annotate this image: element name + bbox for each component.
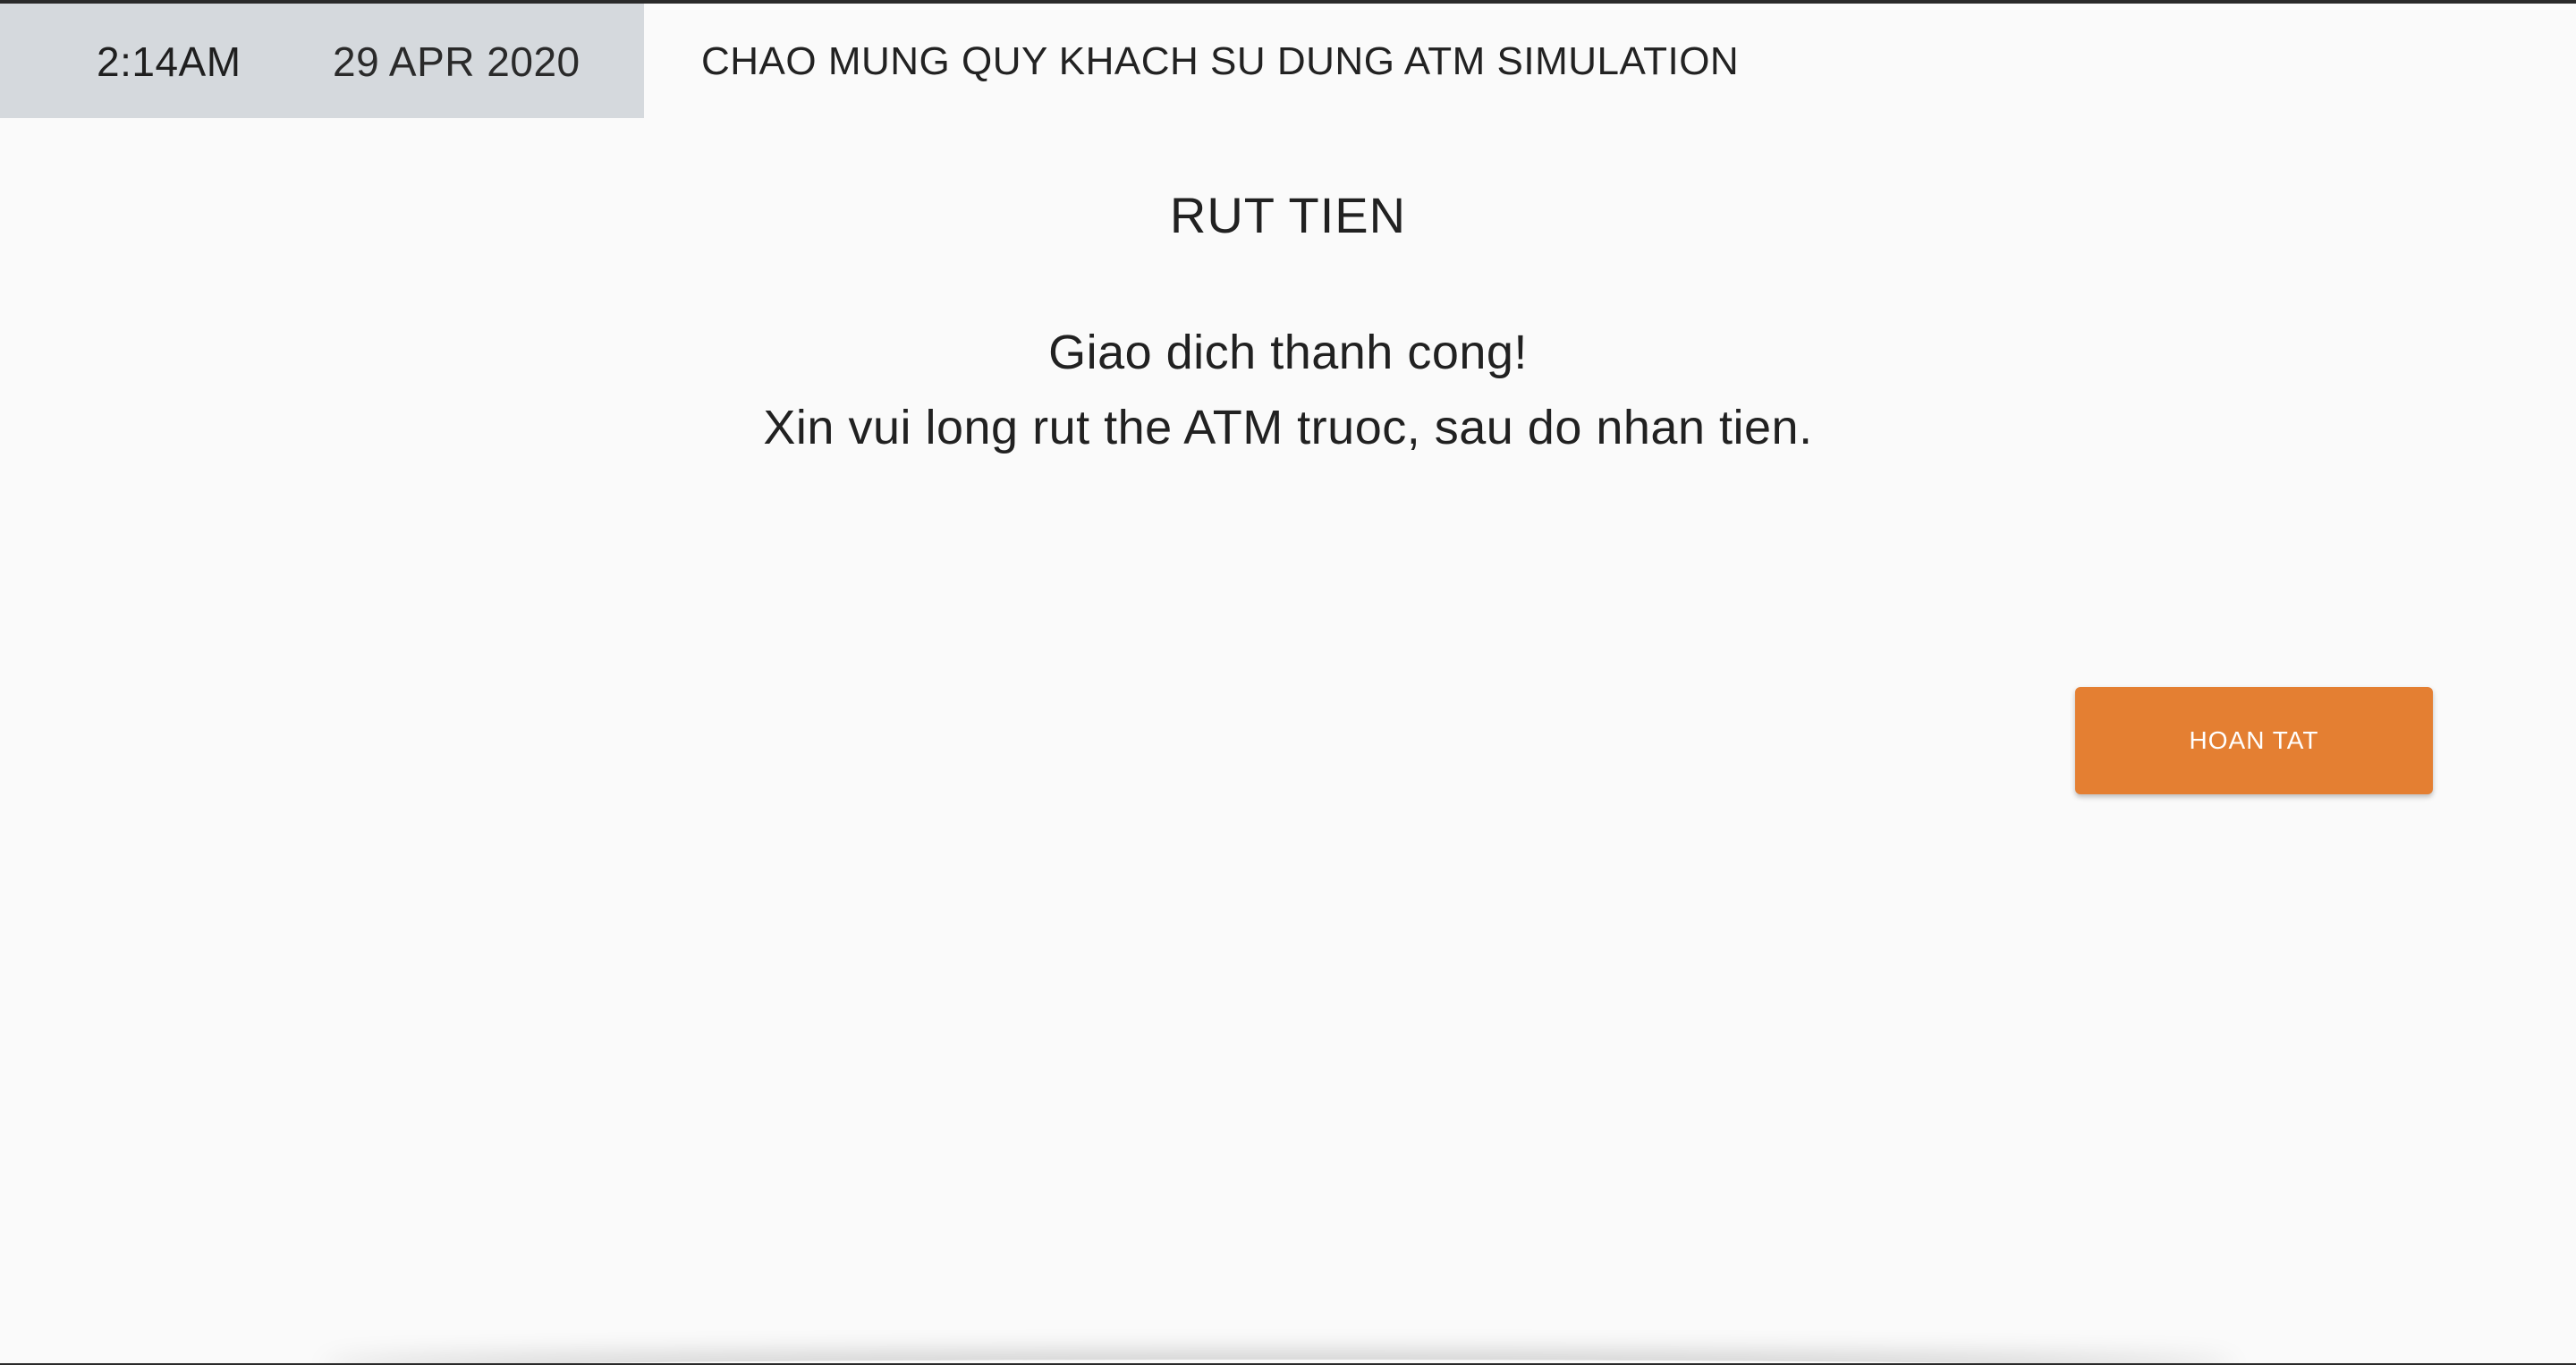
page-title: RUT TIEN	[1169, 187, 1407, 243]
welcome-banner: CHAO MUNG QUY KHACH SU DUNG ATM SIMULATI…	[701, 39, 1740, 83]
current-date: 29 APR 2020	[333, 38, 580, 85]
bottom-panel-shadow	[322, 1360, 2236, 1363]
atm-screen: 2:14AM 29 APR 2020 CHAO MUNG QUY KHACH S…	[0, 4, 2576, 1363]
finish-button[interactable]: HOAN TAT	[2075, 687, 2433, 794]
instruction-message: Xin vui long rut the ATM truoc, sau do n…	[763, 401, 1813, 454]
success-message: Giao dich thanh cong!	[1048, 326, 1528, 379]
transaction-message: Giao dich thanh cong! Xin vui long rut t…	[0, 315, 2576, 465]
clock-panel: 2:14AM 29 APR 2020	[0, 4, 644, 118]
current-time: 2:14AM	[97, 38, 242, 85]
